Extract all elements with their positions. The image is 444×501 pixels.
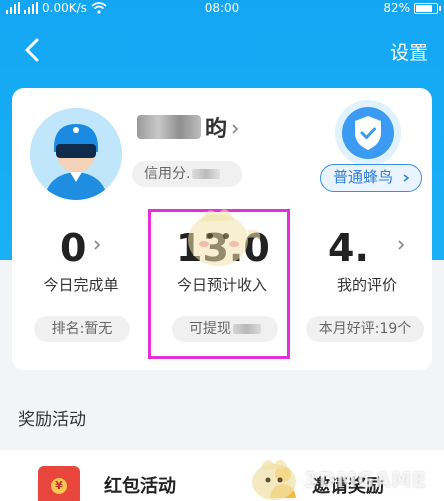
completed-orders-value[interactable]: 0 — [60, 226, 86, 270]
level-label: 普通蜂鸟 — [333, 168, 394, 186]
watermark-mascot-icon — [252, 459, 296, 500]
battery-percent: 82% — [383, 1, 410, 15]
red-packet-activity[interactable]: 红包活动 — [104, 472, 176, 498]
back-arrow-icon[interactable] — [20, 36, 46, 64]
rider-avatar-icon — [30, 108, 122, 200]
status-time: 08:00 — [204, 1, 240, 15]
rating-label: 我的评价 — [336, 276, 397, 294]
chevron-right-icon — [398, 240, 405, 250]
chevron-right-icon — [403, 174, 410, 182]
level-button[interactable]: 普通蜂鸟 — [320, 164, 422, 192]
battery-icon — [414, 2, 441, 14]
rider-name-blurred — [137, 115, 201, 139]
mascot-icon — [188, 209, 261, 266]
credit-score-pill[interactable]: 信用分. — [132, 161, 242, 187]
credit-label: 信用分. — [144, 166, 191, 182]
monthly-praise-pill: 本月好评:19个 — [306, 316, 424, 342]
ranking-pill: 排名:暂无 — [34, 316, 130, 342]
completed-orders-label: 今日完成单 — [43, 276, 119, 294]
avatar[interactable] — [30, 108, 122, 200]
rewards-section-title: 奖励活动 — [18, 410, 86, 430]
chevron-right-icon[interactable] — [230, 124, 240, 134]
red-packet-icon[interactable]: ¥ — [38, 466, 80, 501]
rider-name: 昀 — [205, 117, 228, 142]
watermark-logo: 3DMGAME — [304, 468, 427, 492]
level-badge — [335, 100, 401, 166]
status-bar: 0.00K/s 08:00 82% — [0, 0, 444, 18]
chevron-right-icon — [94, 240, 101, 250]
top-nav: 设置 — [0, 30, 444, 70]
shield-icon — [342, 107, 394, 159]
rating-value[interactable]: 4. — [328, 226, 369, 270]
settings-button[interactable]: 设置 — [390, 38, 428, 65]
